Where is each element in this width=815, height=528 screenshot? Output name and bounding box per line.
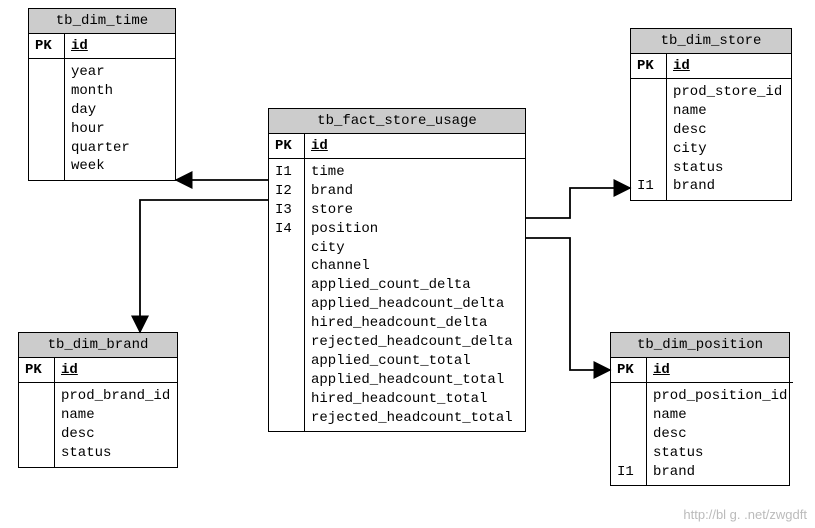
col: desc	[61, 425, 171, 444]
table-title: tb_dim_brand	[19, 333, 177, 358]
col: week	[71, 157, 169, 176]
pk-label: PK	[631, 54, 667, 78]
idx-label: I4	[275, 220, 298, 239]
col: desc	[653, 425, 787, 444]
col: applied_headcount_delta	[311, 295, 519, 314]
col: city	[673, 140, 785, 159]
col: prod_brand_id	[61, 387, 171, 406]
col: applied_headcount_total	[311, 371, 519, 390]
idx-label: I3	[275, 201, 298, 220]
table-title: tb_fact_store_usage	[269, 109, 525, 134]
table-title: tb_dim_store	[631, 29, 791, 54]
table-tb-fact-store-usage: tb_fact_store_usage PK id I1 I2 I3 I4 ti…	[268, 108, 526, 432]
col: name	[653, 406, 787, 425]
col: rejected_headcount_delta	[311, 333, 519, 352]
col: store	[311, 201, 519, 220]
col: name	[61, 406, 171, 425]
col: day	[71, 101, 169, 120]
col: status	[673, 159, 785, 178]
idx-label: I1	[637, 177, 660, 196]
idx-label: I1	[275, 163, 298, 182]
col: city	[311, 239, 519, 258]
table-tb-dim-brand: tb_dim_brand PK id prod_brand_id name de…	[18, 332, 178, 468]
col: month	[71, 82, 169, 101]
col: time	[311, 163, 519, 182]
watermark-text: http://bl g. .net/zwgdft	[683, 507, 807, 522]
col: applied_count_total	[311, 352, 519, 371]
pk-field: id	[71, 38, 88, 54]
table-tb-dim-time: tb_dim_time PK id year month day hour qu…	[28, 8, 176, 181]
pk-field: id	[653, 362, 670, 378]
col: brand	[311, 182, 519, 201]
col: rejected_headcount_total	[311, 409, 519, 428]
col: brand	[673, 177, 785, 196]
idx-label: I1	[617, 463, 640, 482]
idx-label: I2	[275, 182, 298, 201]
table-tb-dim-store: tb_dim_store PK id I1 prod_store_id name…	[630, 28, 792, 201]
col: channel	[311, 257, 519, 276]
pk-label: PK	[29, 34, 65, 58]
col: hired_headcount_total	[311, 390, 519, 409]
pk-label: PK	[269, 134, 305, 158]
col: name	[673, 102, 785, 121]
table-title: tb_dim_position	[611, 333, 789, 358]
col: prod_store_id	[673, 83, 785, 102]
col: quarter	[71, 139, 169, 158]
pk-field: id	[673, 58, 690, 74]
pk-field: id	[311, 138, 328, 154]
rel-fact-to-position	[526, 238, 610, 370]
col: brand	[653, 463, 787, 482]
col: status	[61, 444, 171, 463]
pk-label: PK	[19, 358, 55, 382]
col: year	[71, 63, 169, 82]
pk-field: id	[61, 362, 78, 378]
rel-fact-to-brand	[140, 200, 268, 332]
col: prod_position_id	[653, 387, 787, 406]
col: position	[311, 220, 519, 239]
rel-fact-to-store	[526, 188, 630, 218]
table-title: tb_dim_time	[29, 9, 175, 34]
col: applied_count_delta	[311, 276, 519, 295]
pk-label: PK	[611, 358, 647, 382]
col: hired_headcount_delta	[311, 314, 519, 333]
col: desc	[673, 121, 785, 140]
col: status	[653, 444, 787, 463]
col: hour	[71, 120, 169, 139]
table-tb-dim-position: tb_dim_position PK id I1 prod_position_i…	[610, 332, 790, 486]
